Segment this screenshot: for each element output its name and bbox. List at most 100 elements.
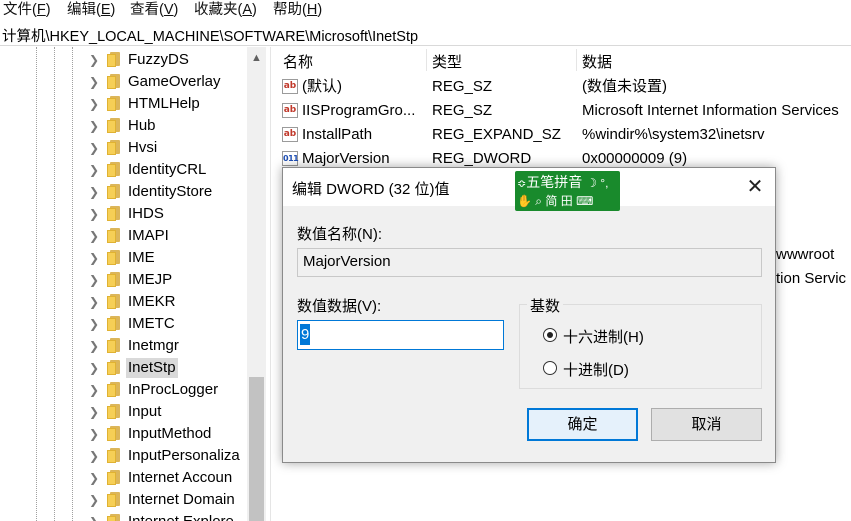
tree-item-label: InputPersonaliza xyxy=(128,447,240,464)
menu-edit[interactable]: 编辑(E) xyxy=(67,0,115,20)
tree-item[interactable]: ❯ InetStp xyxy=(88,357,263,379)
chevron-right-icon[interactable]: ❯ xyxy=(88,405,100,419)
chevron-right-icon[interactable]: ❯ xyxy=(88,185,100,199)
chevron-right-icon[interactable]: ❯ xyxy=(88,229,100,243)
ime-mode[interactable]: 五笔拼音 xyxy=(526,174,582,190)
ime-toolbar[interactable]: ≎五笔拼音 ☽ °, ✋ ⌕ 简 田 ⌨ xyxy=(515,171,620,211)
tree-item[interactable]: ❯ Inetmgr xyxy=(88,335,263,357)
tree-scrollbar[interactable]: ▲ xyxy=(247,47,266,521)
tree-item[interactable]: ❯ IMEJP xyxy=(88,269,263,291)
tree-item[interactable]: ❯ IHDS xyxy=(88,203,263,225)
tree-item-label: HTMLHelp xyxy=(128,95,200,112)
tree-item[interactable]: ❯ InputPersonaliza xyxy=(88,445,263,467)
chevron-right-icon[interactable]: ❯ xyxy=(88,317,100,331)
column-header-name[interactable]: 名称 xyxy=(283,51,313,71)
tree-item[interactable]: ❯ Internet Domain xyxy=(88,489,263,511)
chevron-right-icon[interactable]: ❯ xyxy=(88,163,100,177)
close-icon[interactable]: ✕ xyxy=(743,177,767,197)
folder-icon xyxy=(107,52,121,67)
chevron-right-icon[interactable]: ❯ xyxy=(88,141,100,155)
folder-icon xyxy=(107,96,121,111)
tree-item[interactable]: ❯ Input xyxy=(88,401,263,423)
scrollbar-thumb[interactable] xyxy=(249,377,264,521)
hand-icon[interactable]: ✋ xyxy=(517,194,532,208)
search-icon[interactable]: ⌕ xyxy=(535,194,542,208)
radio-hex-label[interactable]: 十六进制(H) xyxy=(563,326,644,347)
menu-favorites[interactable]: 收藏夹(A) xyxy=(194,0,257,20)
radio-decimal[interactable] xyxy=(543,361,557,375)
tree-item-label: Input xyxy=(128,403,162,420)
tree-item[interactable]: ❯ Hvsi xyxy=(88,137,263,159)
tree-item[interactable]: ❯ IdentityCRL xyxy=(88,159,263,181)
table-row[interactable]: ab (默认) REG_SZ (数值未设置) xyxy=(276,75,851,99)
menu-file[interactable]: 文件(F) xyxy=(3,0,51,20)
tree-item[interactable]: ❯ Internet Accoun xyxy=(88,467,263,489)
value-name: (默认) xyxy=(302,78,342,95)
menu-view[interactable]: 查看(V) xyxy=(130,0,178,20)
tree-item[interactable]: ❯ GameOverlay xyxy=(88,71,263,93)
tree-item-label: GameOverlay xyxy=(128,73,221,90)
pane-splitter[interactable] xyxy=(270,47,275,521)
tree-item[interactable]: ❯ IME xyxy=(88,247,263,269)
ok-button[interactable]: 确定 xyxy=(527,408,638,441)
tree-item[interactable]: ❯ InputMethod xyxy=(88,423,263,445)
column-header-data[interactable]: 数据 xyxy=(582,51,612,71)
folder-icon xyxy=(107,272,121,287)
tree-item-label: IHDS xyxy=(128,205,164,222)
radio-hex[interactable] xyxy=(543,328,557,342)
chevron-right-icon[interactable]: ❯ xyxy=(88,361,100,375)
column-header-type[interactable]: 类型 xyxy=(432,51,462,71)
folder-icon xyxy=(107,118,121,133)
tree-item[interactable]: ❯ FuzzyDS xyxy=(88,49,263,71)
scroll-up-icon[interactable]: ▲ xyxy=(247,49,266,67)
tree-item[interactable]: ❯ IMAPI xyxy=(88,225,263,247)
address-path[interactable]: 计算机\HKEY_LOCAL_MACHINE\SOFTWARE\Microsof… xyxy=(2,25,418,46)
column-divider[interactable] xyxy=(576,49,577,71)
chevron-right-icon[interactable]: ❯ xyxy=(88,119,100,133)
address-bar[interactable]: 计算机\HKEY_LOCAL_MACHINE\SOFTWARE\Microsof… xyxy=(0,23,851,46)
table-row[interactable]: ab InstallPath REG_EXPAND_SZ %windir%\syste… xyxy=(276,123,851,147)
folder-icon xyxy=(107,448,121,463)
value-data-text: 9 xyxy=(300,324,311,345)
chevron-right-icon[interactable]: ❯ xyxy=(88,295,100,309)
chevron-right-icon[interactable]: ❯ xyxy=(88,339,100,353)
chevron-right-icon[interactable]: ❯ xyxy=(88,449,100,463)
table-row[interactable]: ab IISProgramGro... REG_SZ Microsoft Intern… xyxy=(276,99,851,123)
keyboard-icon[interactable]: ⌨ xyxy=(576,194,593,208)
chevron-right-icon[interactable]: ❯ xyxy=(88,493,100,507)
chevron-right-icon[interactable]: ❯ xyxy=(88,515,100,521)
value-data: %windir%\system32\inetsrv xyxy=(582,126,765,143)
menu-help[interactable]: 帮助(H) xyxy=(273,0,322,20)
ime-punct-icon[interactable]: ☽ °, xyxy=(586,176,608,190)
folder-icon xyxy=(107,470,121,485)
ime-bottom-row: ✋ ⌕ 简 田 ⌨ xyxy=(517,192,593,209)
cancel-button[interactable]: 取消 xyxy=(651,408,762,441)
value-data-input[interactable]: 9 xyxy=(297,320,504,350)
value-name-field[interactable]: MajorVersion xyxy=(297,248,762,277)
tree-item[interactable]: ❯ IMEKR xyxy=(88,291,263,313)
tree-item[interactable]: ❯ Internet Explore xyxy=(88,511,263,521)
folder-icon xyxy=(107,162,121,177)
tree-item[interactable]: ❯ Hub xyxy=(88,115,263,137)
radio-decimal-label[interactable]: 十进制(D) xyxy=(563,359,629,380)
binary-value-icon: 011 xyxy=(282,151,299,166)
chevron-right-icon[interactable]: ❯ xyxy=(88,427,100,441)
chevron-right-icon[interactable]: ❯ xyxy=(88,251,100,265)
folder-icon xyxy=(107,426,121,441)
chevron-right-icon[interactable]: ❯ xyxy=(88,273,100,287)
tree-item[interactable]: ❯ HTMLHelp xyxy=(88,93,263,115)
column-divider[interactable] xyxy=(426,49,427,71)
chevron-right-icon[interactable]: ❯ xyxy=(88,97,100,111)
chevron-right-icon[interactable]: ❯ xyxy=(88,75,100,89)
chevron-right-icon[interactable]: ❯ xyxy=(88,471,100,485)
tree-item[interactable]: ❯ IdentityStore xyxy=(88,181,263,203)
chevron-right-icon[interactable]: ❯ xyxy=(88,207,100,221)
ime-simplified[interactable]: 简 田 xyxy=(545,194,572,208)
tree-item[interactable]: ❯ IMETC xyxy=(88,313,263,335)
tree-item-label: Internet Explore xyxy=(126,512,236,521)
chevron-right-icon[interactable]: ❯ xyxy=(88,383,100,397)
ime-collapse-icon[interactable]: ≎ xyxy=(517,178,526,190)
chevron-right-icon[interactable]: ❯ xyxy=(88,53,100,67)
tree-item[interactable]: ❯ InProcLogger xyxy=(88,379,263,401)
folder-icon xyxy=(107,74,121,89)
